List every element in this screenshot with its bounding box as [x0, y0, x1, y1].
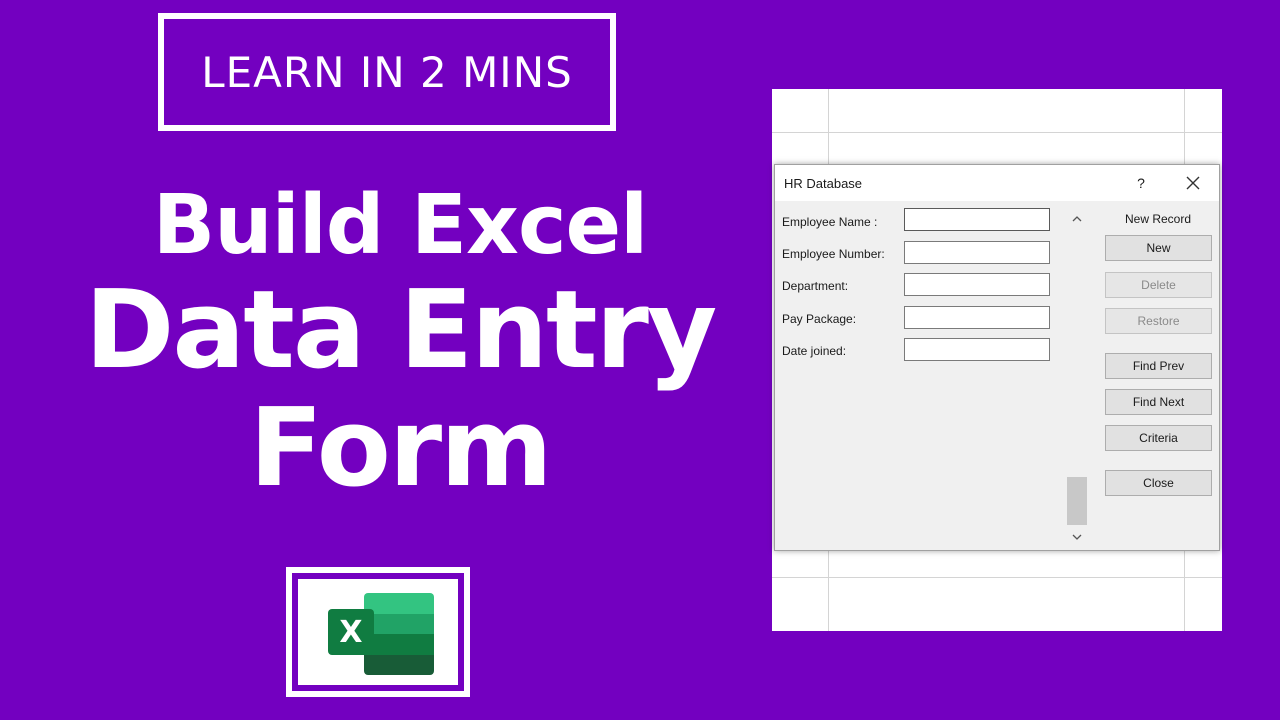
field-label-pay-package: Pay Package: — [782, 312, 857, 326]
excel-logo-sheets — [364, 593, 434, 675]
headline-line-2: Data Entry — [84, 268, 718, 393]
dialog-titlebar[interactable]: HR Database ? — [775, 165, 1219, 201]
field-label-department: Department: — [782, 279, 849, 293]
grid-line — [772, 577, 1222, 578]
field-label-date-joined: Date joined: — [782, 344, 847, 358]
delete-button[interactable]: Delete — [1105, 272, 1212, 298]
new-button[interactable]: New — [1105, 235, 1212, 261]
pay-package-input[interactable] — [904, 306, 1050, 329]
close-button[interactable]: Close — [1105, 470, 1212, 496]
scroll-up-icon[interactable] — [1069, 211, 1085, 227]
learn-banner-text: LEARN IN 2 MINS — [201, 47, 573, 97]
data-form-dialog: HR Database ? Employee Name : Employee N… — [774, 164, 1220, 551]
restore-button[interactable]: Restore — [1105, 308, 1212, 334]
field-label-employee-name: Employee Name : — [782, 215, 878, 229]
field-label-employee-number: Employee Number: — [782, 247, 885, 261]
find-next-button[interactable]: Find Next — [1105, 389, 1212, 415]
date-joined-input[interactable] — [904, 338, 1050, 361]
scrollbar-thumb[interactable] — [1067, 477, 1087, 525]
excel-logo-frame: X — [286, 567, 470, 697]
employee-number-input[interactable] — [904, 241, 1050, 264]
dialog-title: HR Database — [784, 176, 863, 191]
grid-line — [772, 132, 1222, 133]
employee-name-input[interactable] — [904, 208, 1050, 231]
excel-logo-letter: X — [328, 609, 374, 655]
help-button[interactable]: ? — [1131, 171, 1151, 195]
headline-line-1: Build Excel — [152, 178, 649, 273]
record-scrollbar[interactable] — [1067, 209, 1087, 547]
record-status: New Record — [1124, 212, 1192, 226]
close-icon[interactable] — [1181, 171, 1205, 195]
learn-banner-box: LEARN IN 2 MINS — [158, 13, 616, 131]
scroll-down-icon[interactable] — [1069, 529, 1085, 545]
department-input[interactable] — [904, 273, 1050, 296]
excel-logo-icon: X — [292, 573, 464, 691]
criteria-button[interactable]: Criteria — [1105, 425, 1212, 451]
headline-line-3: Form — [249, 386, 552, 511]
find-prev-button[interactable]: Find Prev — [1105, 353, 1212, 379]
